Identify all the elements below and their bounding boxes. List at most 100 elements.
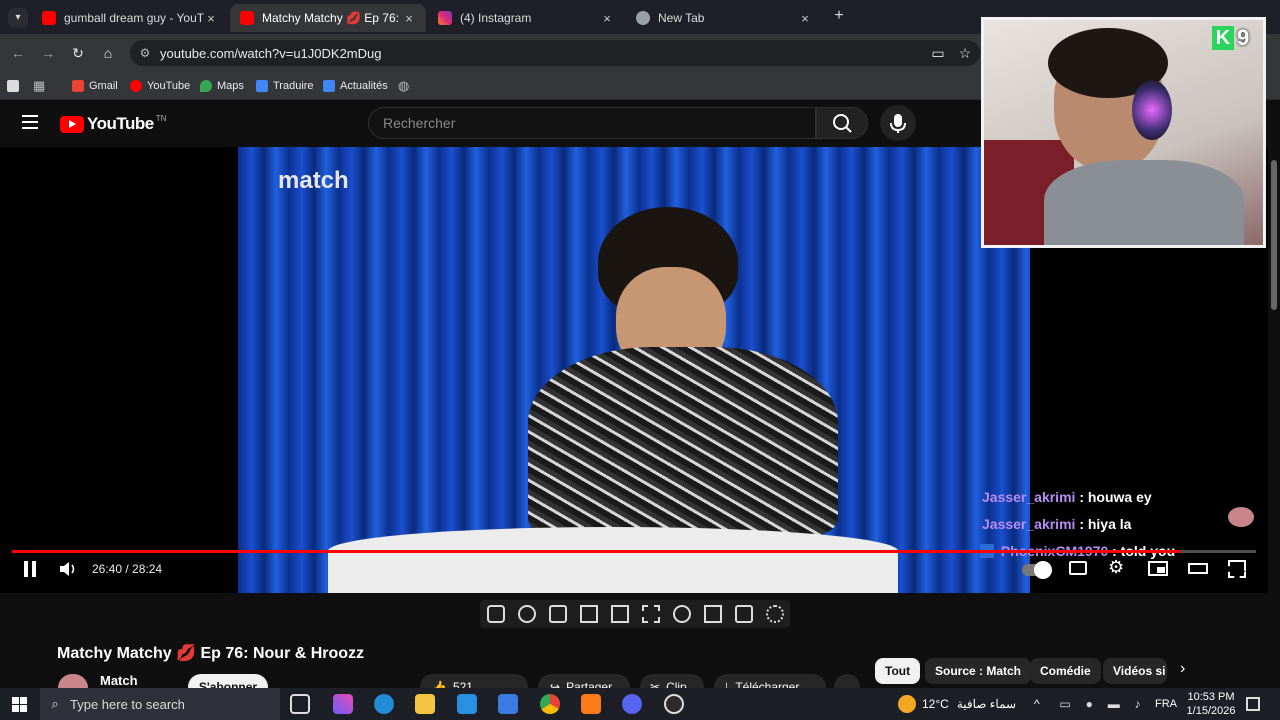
discord-icon[interactable] — [622, 694, 642, 714]
fullscreen-icon[interactable] — [1228, 560, 1246, 578]
tab-new-tab[interactable]: New Tab × — [626, 4, 822, 32]
chip-tout[interactable]: Tout — [875, 658, 921, 684]
tray-chevron-icon[interactable]: ^ — [1034, 688, 1040, 720]
search-input[interactable]: Rechercher — [368, 107, 816, 139]
menu-hamburger-icon[interactable] — [22, 115, 38, 129]
news-icon — [323, 80, 335, 92]
tab-close-icon[interactable]: × — [798, 11, 812, 26]
chip-source-match[interactable]: Source : Match — [925, 658, 1032, 684]
edge-icon[interactable] — [374, 694, 394, 714]
youtube-logo[interactable]: YouTube TN — [60, 114, 166, 134]
page-scrollbar[interactable] — [1268, 100, 1280, 688]
add-frame-icon[interactable] — [703, 605, 722, 623]
like-button[interactable]: 👍 521 — [420, 674, 528, 688]
share-button[interactable]: ↪ Partager — [538, 674, 630, 688]
tab-instagram[interactable]: (4) Instagram × — [428, 4, 624, 32]
chrome-icon[interactable] — [540, 694, 560, 714]
settings-gear-icon[interactable] — [765, 605, 784, 623]
theater-mode-icon[interactable] — [1188, 563, 1208, 574]
person-sweater — [528, 347, 838, 537]
pause-icon[interactable] — [22, 561, 38, 577]
forward-arrow-icon[interactable]: → — [38, 43, 58, 63]
tab-search-button[interactable]: ▾ — [8, 8, 28, 28]
bookmark-maps[interactable]: Maps — [200, 77, 244, 95]
address-bar[interactable]: ⚙ youtube.com/watch?v=u1J0DK2mDug — [130, 40, 980, 66]
speed-icon[interactable] — [672, 605, 691, 623]
bookmark-gmail[interactable]: Gmail — [72, 77, 118, 95]
notifications-icon[interactable] — [1246, 697, 1260, 711]
weather-widget[interactable]: 12°C سماء صافية — [898, 688, 1016, 720]
download-label: Télécharger — [735, 680, 800, 688]
bookmark-traduire[interactable]: Traduire — [256, 77, 314, 95]
video-frame[interactable]: match — [238, 147, 1030, 593]
volume-icon[interactable] — [58, 560, 78, 578]
chat-text: : hiya la — [1079, 516, 1132, 532]
subscribe-button[interactable]: S'abonner — [188, 674, 268, 688]
webcam-overlay: K 9 — [981, 17, 1266, 248]
clock[interactable]: 10:53 PM 1/15/2026 — [1180, 690, 1242, 718]
channel-avatar[interactable] — [58, 674, 88, 688]
miniplayer-icon[interactable] — [1148, 561, 1168, 576]
player-controls: 26:40 / 28:24 ⚙ — [0, 543, 1280, 593]
tab-gumball[interactable]: gumball dream guy - YouTube × — [32, 4, 228, 32]
film-strip-icon[interactable] — [641, 605, 660, 623]
new-tab-button[interactable]: + — [830, 7, 848, 27]
channel-watermark-icon[interactable] — [1228, 507, 1254, 527]
bookmark-actualites[interactable]: Actualités — [323, 77, 388, 95]
language-indicator[interactable]: FRA — [1155, 688, 1177, 720]
download-button[interactable]: ⤓ Télécharger — [714, 674, 826, 688]
globe-icon[interactable]: ◍ — [398, 77, 409, 95]
microphone-icon — [890, 114, 906, 133]
home-icon[interactable]: ⌂ — [98, 43, 118, 63]
mail-icon[interactable] — [498, 694, 518, 714]
autoplay-toggle[interactable] — [1022, 561, 1052, 579]
clapper-icon[interactable] — [579, 605, 598, 623]
settings-gear-icon[interactable]: ⚙ — [1108, 557, 1124, 578]
bookmark-star-icon[interactable]: ☆ — [955, 43, 975, 63]
eye-icon[interactable] — [548, 605, 567, 623]
back-arrow-icon[interactable]: ← — [8, 43, 28, 63]
chip-comedie[interactable]: Comédie — [1030, 658, 1101, 684]
taskbar-search-input[interactable]: ⌕ Type here to search — [40, 688, 280, 720]
reload-icon[interactable]: ↻ — [68, 43, 88, 63]
more-actions-button[interactable] — [834, 674, 860, 688]
site-info-icon[interactable]: ⚙ — [130, 46, 160, 60]
obs-icon[interactable] — [664, 694, 684, 714]
search-button[interactable] — [816, 107, 868, 139]
share-icon: ↪ — [550, 680, 561, 688]
chips-next-chevron-icon[interactable]: › — [1180, 660, 1185, 678]
orange-app-icon[interactable] — [581, 694, 601, 714]
bookmark-youtube[interactable]: YouTube — [130, 77, 190, 95]
bookmark-square-icon[interactable] — [7, 77, 24, 95]
taskbar-search-placeholder: Type here to search — [70, 696, 185, 712]
battery-icon: ▬ — [1107, 697, 1120, 711]
cast-icon[interactable]: ▭ — [928, 43, 948, 63]
chip-videos-similaires[interactable]: Vidéos si — [1103, 658, 1167, 684]
task-view-icon[interactable] — [290, 694, 310, 714]
aspect-ratio-icon[interactable] — [610, 605, 629, 623]
chat-text: : houwa ey — [1079, 489, 1152, 505]
tray-icons[interactable]: ▭ ● ▬ ♪ — [1052, 688, 1148, 720]
chat-username: Jasser_akrimi — [982, 489, 1076, 505]
camera-icon[interactable] — [734, 605, 753, 623]
voice-search-button[interactable] — [880, 105, 916, 141]
tab-title: (4) Instagram — [460, 11, 532, 25]
audio-icon[interactable] — [517, 605, 536, 623]
tab-matchy[interactable]: Matchy Matchy 💋 Ep 76: N × — [230, 4, 426, 32]
file-explorer-icon[interactable] — [415, 694, 435, 714]
tab-close-icon[interactable]: × — [600, 11, 614, 26]
subtitles-icon[interactable] — [1069, 561, 1087, 575]
clip-button[interactable]: ✂ Clip — [640, 674, 704, 688]
tab-close-icon[interactable]: × — [204, 11, 218, 26]
loop-icon[interactable] — [486, 605, 505, 623]
channel-name[interactable]: Match — [100, 673, 138, 688]
store-icon[interactable] — [457, 694, 477, 714]
tab-close-icon[interactable]: × — [402, 11, 416, 26]
scissors-icon: ✂ — [650, 680, 661, 688]
microphone-icon: ● — [1085, 697, 1093, 711]
apps-grid-icon[interactable]: ▦ — [33, 77, 45, 95]
search-icon: ⌕ — [51, 696, 59, 711]
windows-start-icon[interactable] — [12, 697, 27, 712]
copilot-icon[interactable] — [333, 694, 353, 714]
network-icon: ▭ — [1059, 697, 1071, 711]
